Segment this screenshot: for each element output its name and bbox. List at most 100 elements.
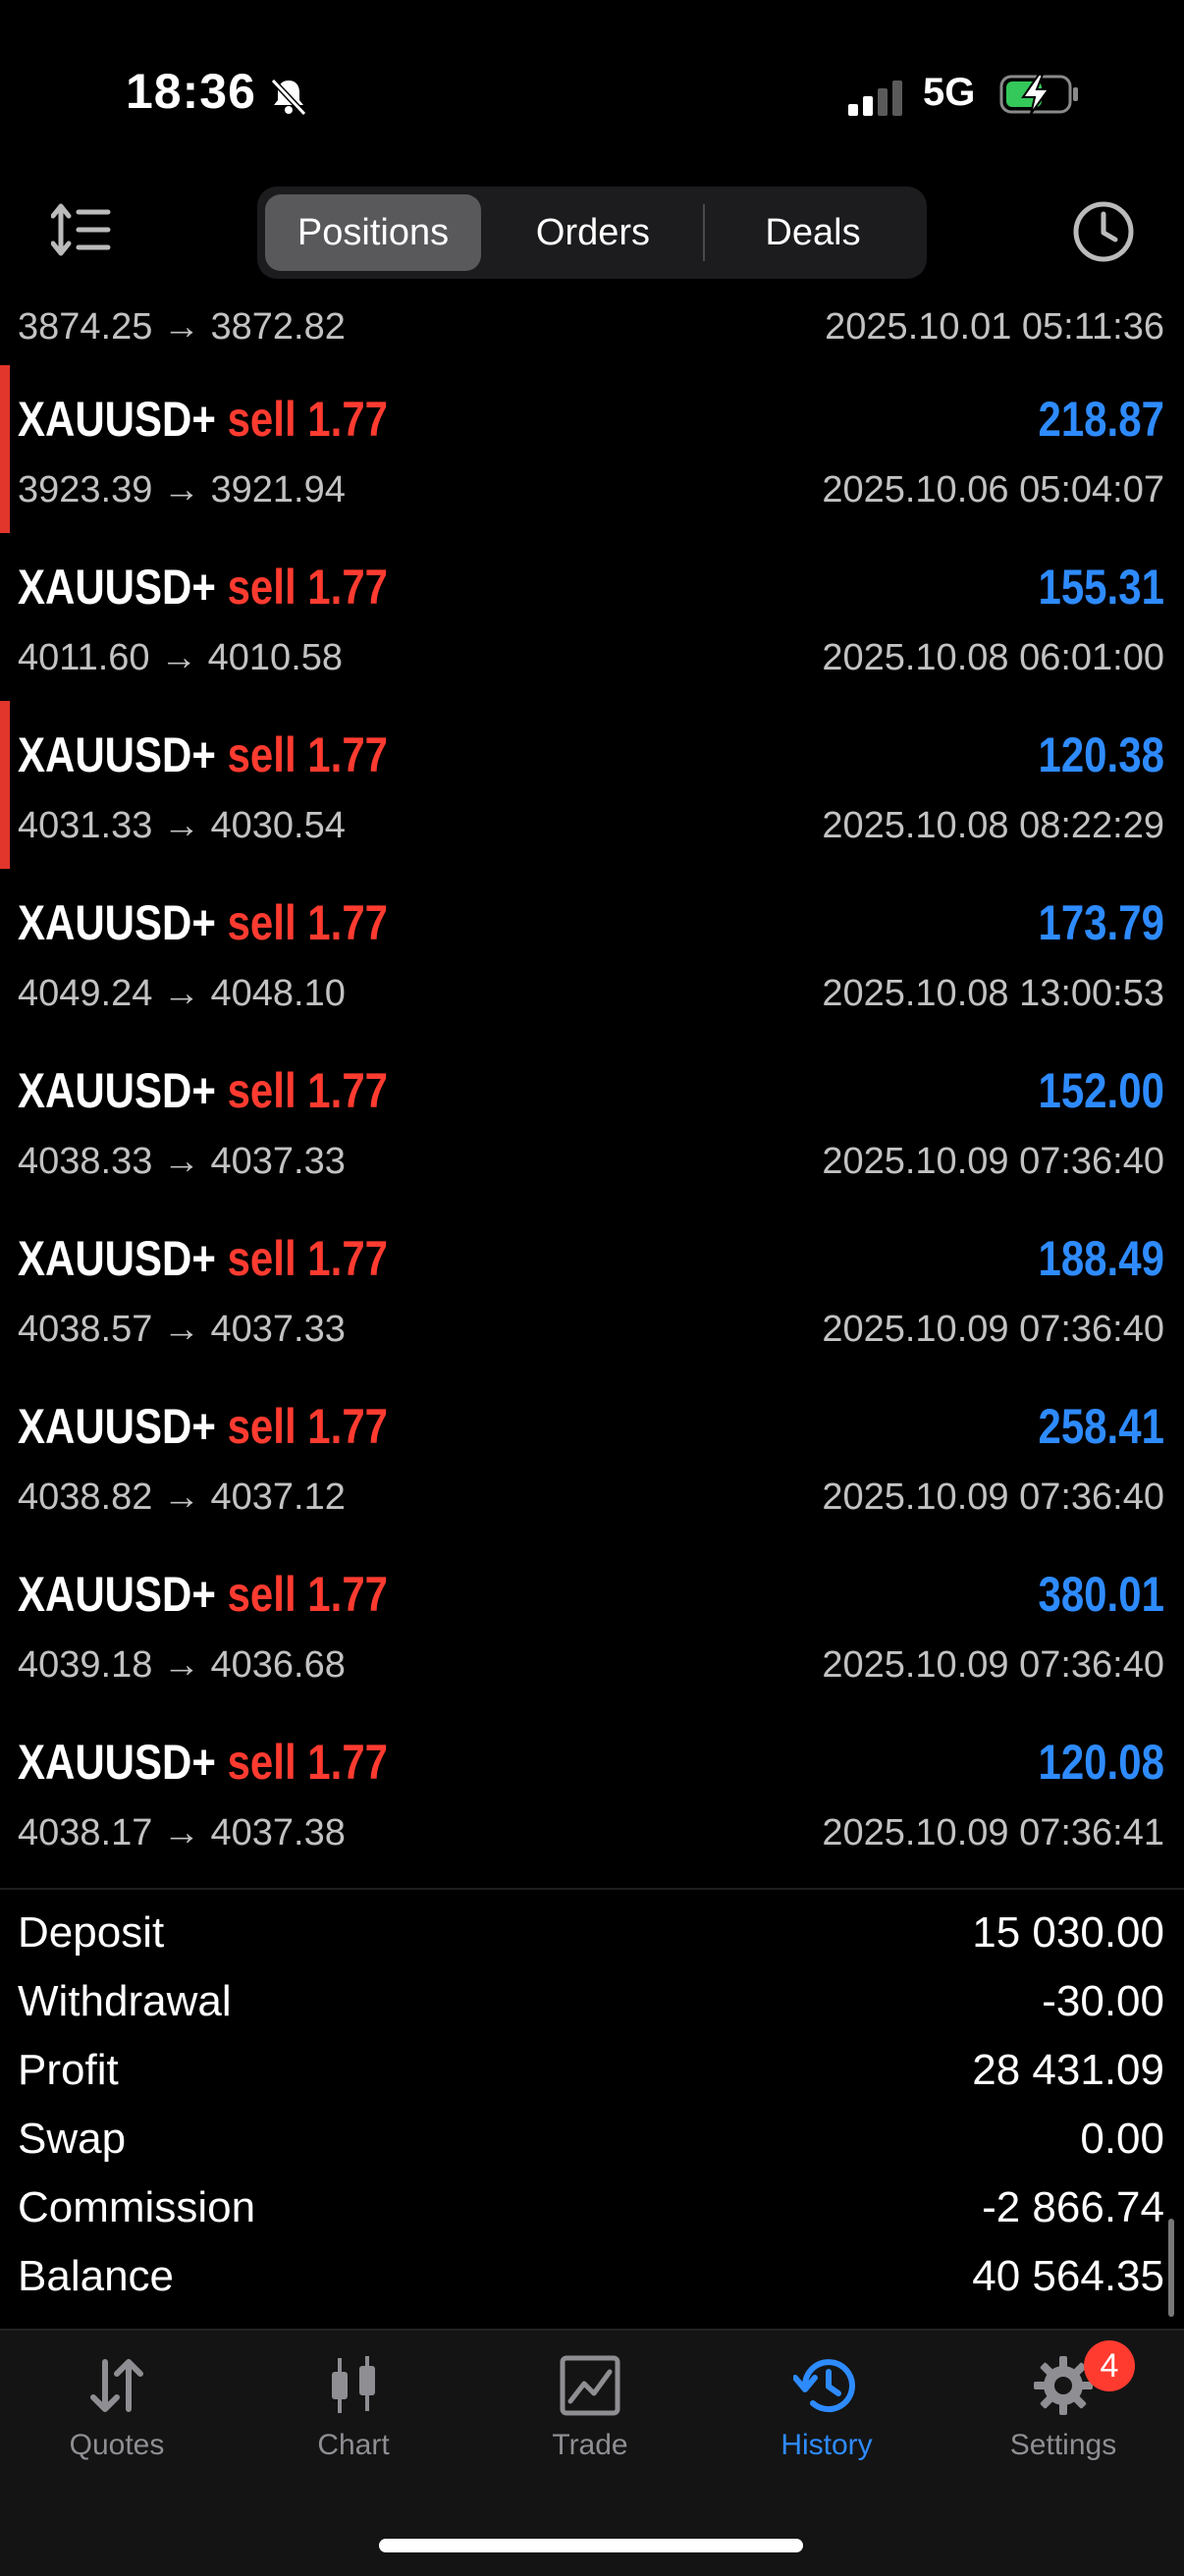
- position-profit: 155.31: [1038, 560, 1164, 615]
- position-profit: 120.08: [1038, 1735, 1164, 1790]
- tab-history[interactable]: History: [728, 2354, 925, 2501]
- summary-label: Commission: [18, 2183, 256, 2231]
- position-symbol: XAUUSD+ sell 1.77: [18, 559, 388, 616]
- position-profit: 152.00: [1038, 1063, 1164, 1118]
- symbol-text: XAUUSD+: [18, 727, 216, 782]
- position-symbol: XAUUSD+ sell 1.77: [18, 391, 388, 448]
- tab-orders[interactable]: Orders: [485, 194, 701, 271]
- position-row[interactable]: XAUUSD+ sell 1.77 4049.24 → 4048.10 173.79…: [0, 869, 1184, 1037]
- position-profit: 380.01: [1038, 1567, 1164, 1622]
- position-prices: 3923.39 → 3921.94: [18, 469, 346, 510]
- settings-badge: 4: [1084, 2340, 1135, 2391]
- position-row[interactable]: XAUUSD+ sell 1.77 3923.39 → 3921.94 218.87…: [0, 365, 1184, 533]
- tab-history-label: History: [780, 2429, 873, 2461]
- summary-value: -30.00: [1042, 1977, 1164, 2025]
- symbol-text: XAUUSD+: [18, 392, 216, 447]
- quotes-arrows-icon: [90, 2359, 143, 2412]
- summary-label: Deposit: [18, 1908, 165, 1957]
- summary-row: Commission -2 866.74: [0, 2172, 1184, 2240]
- tab-trade[interactable]: Trade: [492, 2354, 688, 2501]
- tab-chart-label: Chart: [317, 2429, 390, 2461]
- symbol-text: XAUUSD+: [18, 1063, 216, 1118]
- tab-trade-label: Trade: [552, 2429, 628, 2461]
- summary-value: 40 564.35: [972, 2252, 1164, 2300]
- position-side: sell 1.77: [227, 1399, 389, 1454]
- position-row[interactable]: XAUUSD+ sell 1.77 4038.57 → 4037.33 188.49…: [0, 1205, 1184, 1372]
- tab-chart[interactable]: Chart: [255, 2354, 452, 2501]
- position-row[interactable]: XAUUSD+ sell 1.77 4031.33 → 4030.54 120.38…: [0, 701, 1184, 869]
- symbol-text: XAUUSD+: [18, 895, 216, 950]
- position-time: 2025.10.08 13:00:53: [822, 973, 1164, 1014]
- tab-settings-label: Settings: [1009, 2429, 1117, 2461]
- position-row[interactable]: XAUUSD+ sell 1.77 4038.82 → 4037.12 258.41…: [0, 1372, 1184, 1540]
- clock-icon[interactable]: [1072, 200, 1135, 263]
- trade-chart-icon: [560, 2355, 620, 2416]
- summary-value: -2 866.74: [982, 2183, 1164, 2231]
- position-prices: 4031.33 → 4030.54: [18, 805, 346, 846]
- position-time: 2025.10.08 06:01:00: [822, 637, 1164, 678]
- summary-row: Withdrawal -30.00: [0, 1965, 1184, 2034]
- position-profit: 218.87: [1038, 392, 1164, 447]
- position-symbol: XAUUSD+ sell 1.77: [18, 1062, 388, 1119]
- symbol-text: XAUUSD+: [18, 1231, 216, 1286]
- position-time: 2025.10.08 08:22:29: [822, 805, 1164, 846]
- tab-positions[interactable]: Positions: [265, 194, 481, 271]
- partial-row-time: 2025.10.01 05:11:36: [825, 306, 1164, 348]
- cellular-signal-icon: [848, 80, 902, 116]
- history-segment-control: Positions Orders Deals: [257, 187, 927, 279]
- tab-deals[interactable]: Deals: [707, 194, 919, 271]
- position-time: 2025.10.09 07:36:41: [822, 1812, 1164, 1853]
- home-indicator[interactable]: [379, 2539, 803, 2552]
- position-prices: 4039.18 → 4036.68: [18, 1644, 346, 1686]
- symbol-text: XAUUSD+: [18, 1735, 216, 1790]
- position-symbol: XAUUSD+ sell 1.77: [18, 726, 388, 783]
- position-side: sell 1.77: [227, 1567, 389, 1622]
- summary-divider: [0, 1888, 1184, 1890]
- status-time: 18:36: [126, 64, 256, 119]
- tab-quotes-label: Quotes: [69, 2429, 165, 2461]
- position-row[interactable]: XAUUSD+ sell 1.77 4038.17 → 4037.38 120.08…: [0, 1708, 1184, 1876]
- position-side: sell 1.77: [227, 727, 389, 782]
- position-time: 2025.10.09 07:36:40: [822, 1141, 1164, 1182]
- symbol-text: XAUUSD+: [18, 560, 216, 615]
- sort-icon[interactable]: [51, 202, 112, 257]
- position-symbol: XAUUSD+ sell 1.77: [18, 1734, 388, 1791]
- partial-row-prices: 3874.25 → 3872.82: [18, 306, 346, 348]
- summary-value: 28 431.09: [972, 2046, 1164, 2094]
- position-profit: 120.38: [1038, 727, 1164, 782]
- summary-value: 15 030.00: [972, 1908, 1164, 1957]
- position-prices: 4011.60 → 4010.58: [18, 637, 344, 678]
- position-prices: 4038.82 → 4037.12: [18, 1476, 346, 1518]
- summary-row: Swap 0.00: [0, 2103, 1184, 2172]
- position-row[interactable]: XAUUSD+ sell 1.77 4038.33 → 4037.33 152.00…: [0, 1037, 1184, 1205]
- position-prices: 4049.24 → 4048.10: [18, 973, 346, 1014]
- position-row[interactable]: XAUUSD+ sell 1.77 4039.18 → 4036.68 380.01…: [0, 1540, 1184, 1708]
- position-symbol: XAUUSD+ sell 1.77: [18, 1398, 388, 1455]
- network-type: 5G: [923, 71, 976, 114]
- summary-value: 0.00: [1080, 2115, 1164, 2163]
- summary-label: Withdrawal: [18, 1977, 232, 2025]
- summary-label: Profit: [18, 2046, 119, 2094]
- position-time: 2025.10.09 07:36:40: [822, 1309, 1164, 1350]
- symbol-text: XAUUSD+: [18, 1567, 216, 1622]
- position-prices: 4038.17 → 4037.38: [18, 1812, 346, 1853]
- symbol-text: XAUUSD+: [18, 1399, 216, 1454]
- summary-label: Balance: [18, 2252, 175, 2300]
- position-profit: 173.79: [1038, 895, 1164, 950]
- segment-divider: [703, 204, 705, 261]
- position-time: 2025.10.06 05:04:07: [822, 469, 1164, 510]
- scroll-indicator[interactable]: [1168, 2219, 1174, 2317]
- tab-quotes[interactable]: Quotes: [19, 2354, 215, 2501]
- position-time: 2025.10.09 07:36:40: [822, 1476, 1164, 1518]
- history-clock-icon: [793, 2359, 855, 2413]
- summary-label: Swap: [18, 2115, 127, 2163]
- position-prices: 4038.57 → 4037.33: [18, 1309, 346, 1350]
- candlestick-icon: [332, 2356, 375, 2413]
- position-time: 2025.10.09 07:36:40: [822, 1644, 1164, 1686]
- position-symbol: XAUUSD+ sell 1.77: [18, 894, 388, 951]
- position-row[interactable]: XAUUSD+ sell 1.77 4011.60 → 4010.58 155.31…: [0, 533, 1184, 701]
- summary-row: Balance 40 564.35: [0, 2240, 1184, 2309]
- position-prices: 4038.33 → 4037.33: [18, 1141, 346, 1182]
- row-marker: [0, 701, 10, 869]
- row-marker: [0, 365, 10, 533]
